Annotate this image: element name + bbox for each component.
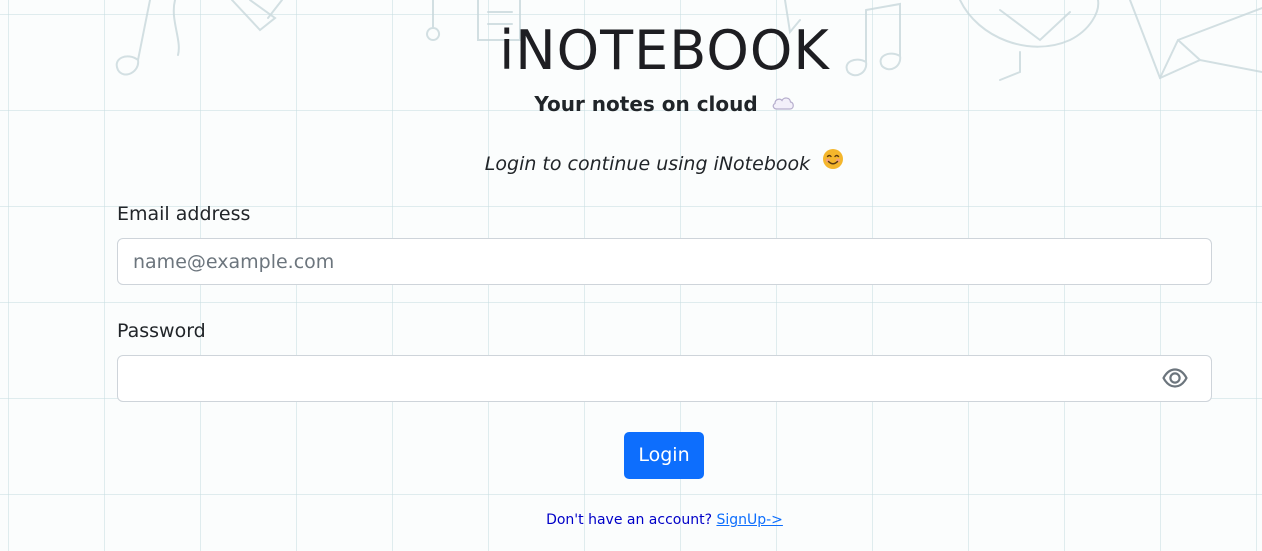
signup-prompt-text: Don't have an account? bbox=[546, 512, 712, 528]
signup-link[interactable]: SignUp-> bbox=[716, 512, 782, 528]
login-subtitle: Login to continue using iNotebook bbox=[117, 148, 1212, 178]
tagline-text: Your notes on cloud bbox=[534, 92, 758, 116]
email-input[interactable] bbox=[117, 238, 1212, 285]
password-input[interactable] bbox=[117, 355, 1212, 402]
app-title: iNOTEBOOK bbox=[499, 19, 830, 82]
login-subtitle-text: Login to continue using iNotebook bbox=[484, 153, 811, 175]
password-field-wrapper bbox=[117, 355, 1212, 402]
password-label: Password bbox=[117, 320, 206, 342]
eye-icon[interactable] bbox=[1162, 367, 1188, 389]
signup-prompt: Don't have an account? SignUp-> bbox=[117, 508, 1212, 532]
email-label: Email address bbox=[117, 203, 251, 225]
smiling-face-icon bbox=[822, 148, 844, 178]
login-button[interactable]: Login bbox=[624, 432, 704, 479]
cloud-icon bbox=[771, 90, 795, 118]
tagline: Your notes on cloud bbox=[117, 90, 1212, 118]
